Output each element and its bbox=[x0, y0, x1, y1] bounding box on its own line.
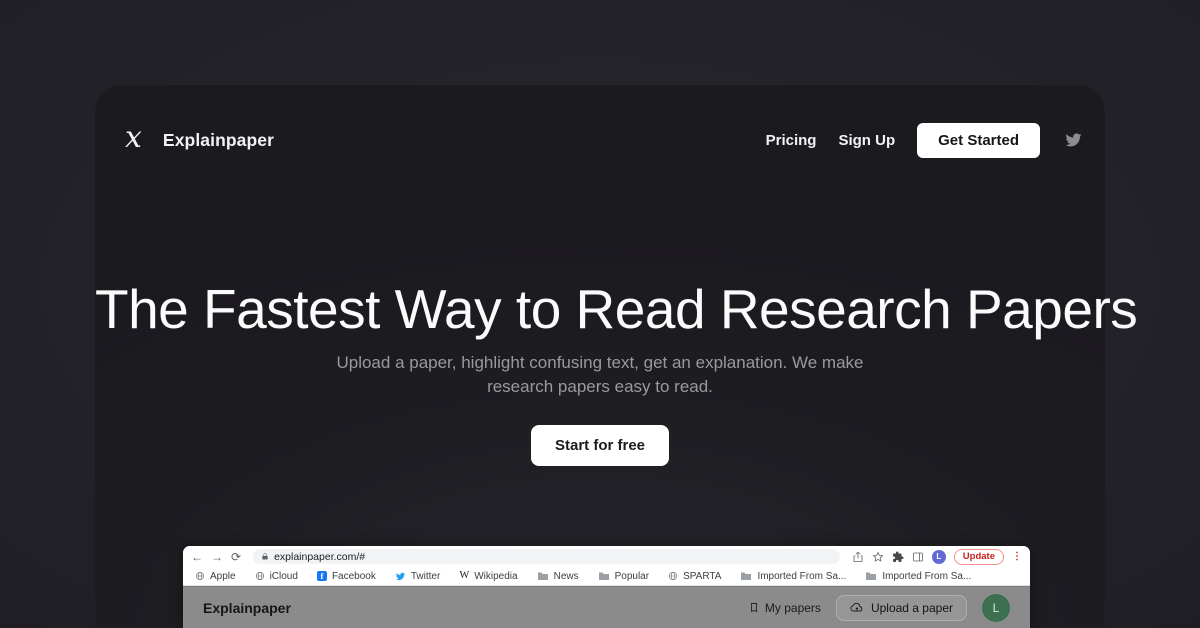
share-icon[interactable] bbox=[852, 551, 864, 563]
hero-cta-wrap: Start for free bbox=[95, 425, 1105, 466]
bookmark-label: Apple bbox=[210, 571, 236, 582]
reload-icon[interactable]: ⟳ bbox=[231, 551, 241, 563]
twitter-icon[interactable] bbox=[1064, 132, 1083, 148]
wikipedia-icon: W bbox=[459, 571, 469, 582]
start-for-free-button[interactable]: Start for free bbox=[531, 425, 669, 466]
chrome-menu-icon[interactable]: ⋮ bbox=[1012, 552, 1022, 562]
browser-toolbar: ← → ⟳ explainpaper.com/# L bbox=[183, 546, 1030, 567]
lock-icon bbox=[261, 552, 269, 561]
upload-paper-label: Upload a paper bbox=[871, 601, 953, 615]
bookmark-label: Popular bbox=[615, 571, 649, 582]
bookmark-label: SPARTA bbox=[683, 571, 721, 582]
app-brand[interactable]: Explainpaper bbox=[203, 600, 291, 616]
forward-icon[interactable]: → bbox=[211, 551, 223, 563]
folder-icon bbox=[740, 571, 752, 581]
product-screenshot: ← → ⟳ explainpaper.com/# L bbox=[183, 546, 1030, 628]
bookmark-sparta[interactable]: SPARTA bbox=[668, 571, 721, 582]
bookmark-label: iCloud bbox=[270, 571, 298, 582]
bookmark-label: Facebook bbox=[332, 571, 376, 582]
bookmark-folder-news[interactable]: News bbox=[537, 571, 579, 582]
app-header-right: My papers Upload a paper L bbox=[748, 594, 1010, 622]
page-title: The Fastest Way to Read Research Papers bbox=[95, 277, 1105, 341]
bookmark-label: News bbox=[554, 571, 579, 582]
sidepanel-icon[interactable] bbox=[912, 551, 924, 563]
bookmark-label: Wikipedia bbox=[474, 571, 517, 582]
site-header: x Explainpaper Pricing Sign Up Get Start… bbox=[125, 121, 1083, 159]
extensions-puzzle-icon[interactable] bbox=[892, 551, 904, 563]
chrome-profile-avatar[interactable]: L bbox=[932, 550, 946, 564]
page-subtitle: Upload a paper, highlight confusing text… bbox=[95, 351, 1105, 398]
my-papers-link[interactable]: My papers bbox=[748, 601, 821, 615]
nav-link-pricing[interactable]: Pricing bbox=[766, 132, 817, 149]
browser-toolbar-right: L Update ⋮ bbox=[852, 549, 1022, 565]
folder-icon bbox=[598, 571, 610, 581]
user-avatar[interactable]: L bbox=[982, 594, 1010, 622]
brand-name[interactable]: Explainpaper bbox=[163, 130, 274, 151]
nav-link-signup[interactable]: Sign Up bbox=[838, 132, 895, 149]
globe-icon bbox=[668, 571, 678, 581]
header-nav: Pricing Sign Up Get Started bbox=[766, 123, 1083, 158]
url-text: explainpaper.com/# bbox=[274, 551, 365, 563]
bookmark-outline-icon bbox=[748, 601, 760, 614]
folder-icon bbox=[865, 571, 877, 581]
bookmark-label: Imported From Sa... bbox=[882, 571, 971, 582]
twitter-icon bbox=[395, 572, 406, 581]
bookmark-icloud[interactable]: iCloud bbox=[255, 571, 298, 582]
my-papers-label: My papers bbox=[765, 601, 821, 615]
bookmark-label: Twitter bbox=[411, 571, 440, 582]
bookmark-label: Imported From Sa... bbox=[757, 571, 846, 582]
bookmark-star-icon[interactable] bbox=[872, 551, 884, 563]
logo-icon[interactable]: x bbox=[125, 123, 142, 157]
globe-icon bbox=[255, 571, 265, 581]
chrome-update-button[interactable]: Update bbox=[954, 549, 1004, 565]
bookmark-facebook[interactable]: f Facebook bbox=[317, 571, 376, 582]
globe-icon bbox=[195, 571, 205, 581]
bookmark-folder-imported-1[interactable]: Imported From Sa... bbox=[740, 571, 846, 582]
bookmark-folder-imported-2[interactable]: Imported From Sa... bbox=[865, 571, 971, 582]
app-header: Explainpaper My papers Upload a paper L bbox=[183, 586, 1030, 628]
bookmark-apple[interactable]: Apple bbox=[195, 571, 236, 582]
bookmark-wikipedia[interactable]: W Wikipedia bbox=[459, 571, 517, 582]
bookmarks-bar: Apple iCloud f Facebook Twitter W Wikipe… bbox=[183, 567, 1030, 586]
subtitle-line-2: research papers easy to read. bbox=[95, 375, 1105, 399]
back-icon[interactable]: ← bbox=[191, 551, 203, 563]
bookmark-folder-popular[interactable]: Popular bbox=[598, 571, 649, 582]
bookmark-twitter[interactable]: Twitter bbox=[395, 571, 440, 582]
facebook-icon: f bbox=[317, 571, 327, 581]
cloud-upload-icon bbox=[850, 602, 864, 613]
get-started-button[interactable]: Get Started bbox=[917, 123, 1040, 158]
folder-icon bbox=[537, 571, 549, 581]
upload-paper-button[interactable]: Upload a paper bbox=[836, 595, 967, 621]
url-bar[interactable]: explainpaper.com/# bbox=[253, 549, 840, 564]
subtitle-line-1: Upload a paper, highlight confusing text… bbox=[95, 351, 1105, 375]
